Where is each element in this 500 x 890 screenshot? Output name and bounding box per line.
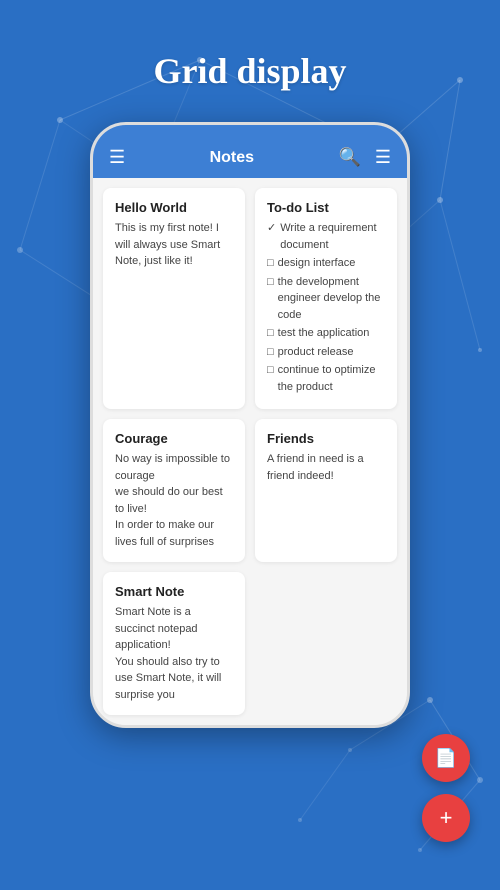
todo-item: □ test the application bbox=[267, 325, 385, 342]
todo-item: □ the development engineer develop the c… bbox=[267, 274, 385, 324]
phone-mockup: ☰ Notes 🔍 ☰ Hello World This is my first… bbox=[90, 122, 410, 728]
note-body: No way is impossible to couragewe should… bbox=[115, 451, 233, 550]
todo-item: ✓ Write a requirement document bbox=[267, 220, 385, 253]
todo-check: □ bbox=[267, 344, 274, 361]
note-card-smart-note[interactable]: Smart Note Smart Note is a succinct note… bbox=[103, 572, 245, 715]
header-icons: 🔍 ☰ bbox=[338, 147, 391, 168]
todo-item: □ continue to optimize the product bbox=[267, 362, 385, 395]
note-body: Smart Note is a succinct notepad applica… bbox=[115, 604, 233, 703]
note-title: To-do List bbox=[267, 200, 385, 215]
todo-item: □ product release bbox=[267, 344, 385, 361]
fab-add-button[interactable]: + bbox=[422, 794, 470, 842]
document-icon: 📄 bbox=[435, 748, 457, 769]
note-card-courage[interactable]: Courage No way is impossible to couragew… bbox=[103, 419, 245, 562]
note-card-hello-world[interactable]: Hello World This is my first note! I wil… bbox=[103, 188, 245, 409]
note-card-todo[interactable]: To-do List ✓ Write a requirement documen… bbox=[255, 188, 397, 409]
todo-text: design interface bbox=[278, 255, 356, 272]
plus-icon: + bbox=[440, 805, 453, 831]
note-title: Smart Note bbox=[115, 584, 233, 599]
todo-check: ✓ bbox=[267, 220, 276, 253]
app-header: ☰ Notes 🔍 ☰ bbox=[93, 137, 407, 178]
fab-document-button[interactable]: 📄 bbox=[422, 734, 470, 782]
note-body: ✓ Write a requirement document □ design … bbox=[267, 220, 385, 395]
todo-check: □ bbox=[267, 255, 274, 272]
fab-container: 📄 + bbox=[422, 734, 470, 842]
todo-check: □ bbox=[267, 274, 274, 324]
todo-text: Write a requirement document bbox=[280, 220, 385, 253]
note-body: A friend in need is a friend indeed! bbox=[267, 451, 385, 484]
todo-text: the development engineer develop the cod… bbox=[278, 274, 385, 324]
filter-icon[interactable]: ☰ bbox=[375, 147, 391, 168]
todo-item: □ design interface bbox=[267, 255, 385, 272]
todo-check: □ bbox=[267, 325, 274, 342]
todo-check: □ bbox=[267, 362, 274, 395]
hamburger-icon[interactable]: ☰ bbox=[109, 147, 125, 168]
note-title: Courage bbox=[115, 431, 233, 446]
todo-text: test the application bbox=[278, 325, 370, 342]
note-title: Hello World bbox=[115, 200, 233, 215]
note-body: This is my first note! I will always use… bbox=[115, 220, 233, 270]
search-icon[interactable]: 🔍 bbox=[338, 147, 360, 168]
notes-grid: Hello World This is my first note! I wil… bbox=[93, 178, 407, 725]
phone-notch bbox=[93, 125, 407, 137]
note-card-friends[interactable]: Friends A friend in need is a friend ind… bbox=[255, 419, 397, 562]
note-title: Friends bbox=[267, 431, 385, 446]
page-title: Grid display bbox=[153, 50, 346, 92]
app-header-title: Notes bbox=[210, 149, 254, 167]
todo-text: product release bbox=[278, 344, 354, 361]
todo-text: continue to optimize the product bbox=[278, 362, 385, 395]
